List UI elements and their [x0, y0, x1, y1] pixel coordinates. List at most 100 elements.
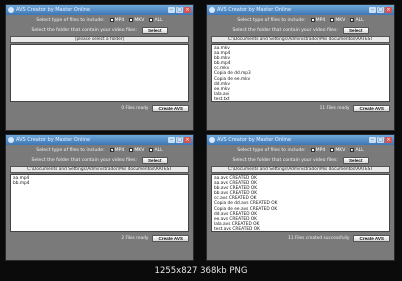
title-bar[interactable]: AVS Creator by Master Online – □ × — [207, 5, 394, 15]
select-folder-button[interactable]: Select — [141, 26, 168, 34]
file-list[interactable]: aa.mp4 bb.mp4 — [10, 174, 189, 232]
title-bar[interactable]: AVS Creator by Master Online – □ × — [207, 135, 394, 145]
status-text: 2 Files ready — [121, 236, 149, 241]
maximize-button[interactable]: □ — [377, 7, 384, 13]
window-title: AVS Creator by Master Online — [217, 137, 292, 143]
select-folder-button[interactable]: Select — [342, 26, 369, 34]
file-type-row: Select type of files to include: ✓ MP4 MK… — [6, 145, 193, 155]
minimize-button[interactable]: – — [168, 137, 175, 143]
all-checkbox[interactable]: ALL — [149, 147, 163, 153]
all-label: ALL — [154, 147, 163, 153]
file-type-label: Select type of files to include: — [237, 147, 306, 153]
maximize-button[interactable]: □ — [377, 137, 384, 143]
mkv-checkbox[interactable]: MKV — [330, 18, 345, 23]
file-type-row: Select type of files to include: MP4 MKV… — [207, 145, 394, 155]
folder-path-field[interactable]: [please select a folder] — [10, 36, 189, 43]
maximize-button[interactable]: □ — [176, 137, 183, 143]
mkv-checkbox[interactable]: MKV — [330, 148, 345, 153]
list-item[interactable]: bb.mp4 — [13, 181, 186, 186]
footer: 11 Files ready Create AVS — [207, 103, 394, 114]
all-checkbox-box[interactable]: ✓ — [350, 148, 355, 152]
app-window-3: AVS Creator by Master Online – □ × Selec… — [5, 134, 194, 261]
app-window-4: AVS Creator by Master Online – □ × Selec… — [206, 134, 395, 261]
folder-label: Select the folder that contain your vide… — [232, 157, 338, 163]
folder-path-field[interactable]: C:\Documents and Settings\Administrador\… — [10, 166, 189, 173]
mkv-label: MKV — [335, 17, 346, 23]
file-type-label: Select type of files to include: — [237, 17, 306, 23]
footer: 0 Files ready Create AVS — [6, 103, 193, 114]
close-button[interactable]: × — [385, 7, 392, 13]
mkv-label: MKV — [335, 147, 346, 153]
mp4-checkbox[interactable]: MP4 — [310, 147, 326, 153]
create-avs-button[interactable]: Create AVS — [152, 105, 189, 112]
title-bar[interactable]: AVS Creator by Master Online – □ × — [6, 5, 193, 15]
mkv-label: MKV — [134, 17, 145, 23]
folder-label: Select the folder that contain your vide… — [31, 157, 137, 163]
list-item[interactable]: test.avs CREATED OK — [214, 227, 387, 231]
window-title: AVS Creator by Master Online — [217, 7, 292, 13]
all-checkbox-box[interactable] — [149, 148, 154, 152]
mkv-checkbox[interactable]: MKV — [129, 148, 144, 153]
window-title: AVS Creator by Master Online — [16, 137, 91, 143]
folder-path-field[interactable]: C:\Documents and Settings\Administrador\… — [211, 36, 390, 43]
file-type-row: Select type of files to include: MP4 MKV… — [207, 15, 394, 25]
mp4-label: MP4 — [114, 147, 125, 153]
app-icon — [209, 7, 215, 13]
select-folder-button[interactable]: Select — [141, 156, 168, 164]
mp4-checkbox-box[interactable] — [310, 18, 315, 22]
close-button[interactable]: × — [385, 137, 392, 143]
mp4-checkbox[interactable]: ✓ MP4 — [109, 147, 125, 153]
window-title: AVS Creator by Master Online — [16, 7, 91, 13]
minimize-button[interactable]: – — [369, 7, 376, 13]
status-text: 0 Files ready — [121, 106, 149, 111]
mp4-checkbox[interactable]: MP4 — [310, 18, 325, 23]
file-type-label: Select type of files to include: — [36, 147, 105, 153]
minimize-button[interactable]: – — [168, 7, 175, 13]
close-button[interactable]: × — [184, 7, 191, 13]
folder-select-row: Select the folder that contain your vide… — [207, 155, 394, 165]
mkv-checkbox[interactable]: MKV — [129, 18, 144, 23]
mp4-checkbox-box[interactable]: ✓ — [109, 148, 114, 152]
folder-select-row: Select the folder that contain your vide… — [6, 25, 193, 35]
mp4-checkbox-box[interactable] — [109, 18, 114, 22]
all-label: ALL — [355, 17, 364, 23]
mkv-checkbox-box[interactable] — [330, 148, 335, 152]
select-folder-button[interactable]: Select — [342, 156, 369, 164]
list-item[interactable]: test.txt — [214, 97, 387, 101]
status-text: 11 Files ready — [319, 106, 350, 111]
app-icon — [8, 7, 14, 13]
mp4-checkbox-box[interactable] — [310, 148, 315, 152]
file-type-label: Select type of files to include: — [36, 17, 105, 23]
mp4-checkbox[interactable]: MP4 — [109, 18, 124, 23]
create-avs-button[interactable]: Create AVS — [152, 235, 189, 242]
all-checkbox[interactable]: ✓ ALL — [350, 147, 364, 153]
mkv-checkbox-box[interactable] — [330, 18, 335, 22]
maximize-button[interactable]: □ — [176, 7, 183, 13]
all-checkbox-box[interactable]: ✓ — [350, 18, 355, 22]
folder-select-row: Select the folder that contain your vide… — [6, 155, 193, 165]
folder-path-field[interactable]: C:\Documents and Settings\Administrador\… — [211, 166, 390, 173]
file-type-row: Select type of files to include: MP4 MKV… — [6, 15, 193, 25]
file-list[interactable]: aa.avs CREATED OK aa.avs CREATED OK bb.avs… — [211, 174, 390, 232]
create-avs-button[interactable]: Create AVS — [353, 105, 390, 112]
mkv-checkbox-box[interactable] — [129, 18, 134, 22]
status-text: 11 Files created successfully — [288, 236, 350, 241]
app-window-2: AVS Creator by Master Online – □ × Selec… — [206, 4, 395, 131]
file-list[interactable]: aa.mkv aa.mp4 bb.mkv bb.mp4 cc.mkv Copia de d… — [211, 44, 390, 102]
all-label: ALL — [355, 147, 364, 153]
title-bar[interactable]: AVS Creator by Master Online – □ × — [6, 135, 193, 145]
close-button[interactable]: × — [184, 137, 191, 143]
file-list[interactable] — [10, 44, 189, 102]
footer: 2 Files ready Create AVS — [6, 233, 193, 244]
all-checkbox[interactable]: ALL — [149, 17, 163, 23]
mkv-checkbox-box[interactable] — [129, 148, 134, 152]
minimize-button[interactable]: – — [369, 137, 376, 143]
all-checkbox[interactable]: ✓ ALL — [350, 17, 364, 23]
create-avs-button[interactable]: Create AVS — [353, 235, 390, 242]
all-label: ALL — [154, 17, 163, 23]
mkv-label: MKV — [134, 147, 145, 153]
app-icon — [8, 137, 14, 143]
mp4-label: MP4 — [315, 147, 326, 153]
all-checkbox-box[interactable] — [149, 18, 154, 22]
image-caption: 1255x827 368kb PNG — [154, 266, 248, 276]
